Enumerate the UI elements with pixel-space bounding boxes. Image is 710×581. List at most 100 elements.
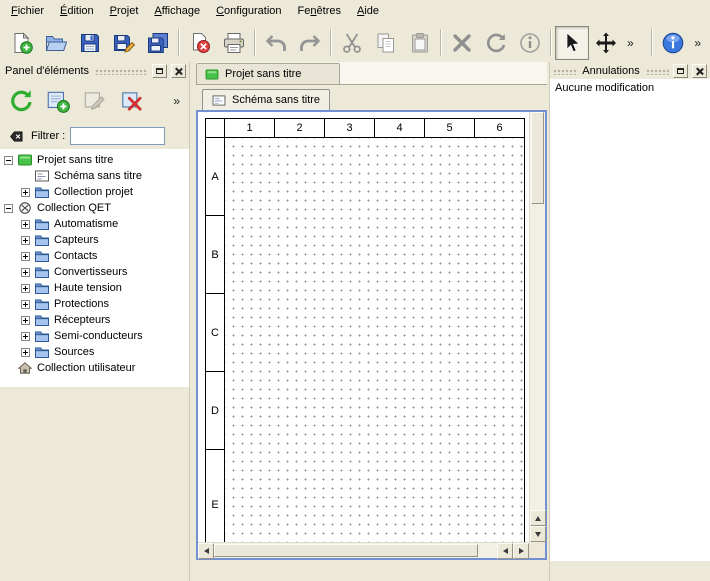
tree-item-sources[interactable]: Sources xyxy=(0,344,189,360)
expand-toggle-icon[interactable] xyxy=(21,284,30,293)
diagram-tabbar: Schéma sans titre xyxy=(196,85,547,110)
save-button[interactable] xyxy=(73,26,107,60)
delete-element-button[interactable] xyxy=(116,85,148,117)
toolbar-separator xyxy=(330,29,332,56)
menu-fenetres[interactable]: Fenêtres xyxy=(290,1,349,22)
reload-collections-button[interactable] xyxy=(5,85,37,117)
copy-icon xyxy=(374,31,398,55)
expand-toggle-icon[interactable] xyxy=(21,316,30,325)
tree-item-automatisme[interactable]: Automatisme xyxy=(0,216,189,232)
toolbar-separator xyxy=(440,29,442,56)
project-tab[interactable]: Projet sans titre xyxy=(196,63,340,84)
diagram-icon xyxy=(212,95,226,106)
menu-projet[interactable]: Projet xyxy=(102,1,147,22)
close-icon xyxy=(696,67,704,75)
expand-toggle-icon[interactable] xyxy=(21,236,30,245)
print-icon xyxy=(222,31,246,55)
help-toolbar-overflow-button[interactable]: » xyxy=(690,36,705,50)
menu-fichier[interactable]: Fichier xyxy=(3,1,52,22)
tree-item-projet-sans-titre[interactable]: Projet sans titre xyxy=(0,152,189,168)
toolbar-separator xyxy=(178,29,180,56)
clear-filter-icon xyxy=(8,129,25,144)
menu-configuration[interactable]: Configuration xyxy=(208,1,289,22)
vertical-scrollbar-thumb[interactable] xyxy=(531,112,544,204)
expand-toggle-icon[interactable] xyxy=(21,332,30,341)
pan-mode-button[interactable] xyxy=(589,26,623,60)
toolbar-separator xyxy=(651,29,653,56)
close-icon xyxy=(175,67,183,75)
undo-history-list: Aucune modification xyxy=(550,79,710,561)
save-as-button[interactable] xyxy=(107,26,141,60)
filter-input[interactable] xyxy=(70,127,165,145)
save-icon xyxy=(78,31,102,55)
scroll-right-button[interactable] xyxy=(513,543,529,559)
panel-overflow-button[interactable]: » xyxy=(169,94,184,108)
ruler-column-label: 2 xyxy=(275,118,325,138)
expand-toggle-icon[interactable] xyxy=(21,220,30,229)
tree-item-recepteurs[interactable]: Récepteurs xyxy=(0,312,189,328)
expand-toggle-icon[interactable] xyxy=(21,300,30,309)
scroll-left-button-2[interactable] xyxy=(497,543,513,559)
open-file-icon xyxy=(44,31,68,55)
scroll-down-button[interactable] xyxy=(530,526,546,542)
clear-filter-button[interactable] xyxy=(6,127,26,145)
tree-item-collection-projet[interactable]: Collection projet xyxy=(0,184,189,200)
expand-toggle-icon[interactable] xyxy=(4,204,13,213)
menu-aide[interactable]: Aide xyxy=(349,1,387,22)
diagram-canvas[interactable]: 1 2 3 4 5 6 A B C D E xyxy=(198,112,529,542)
expand-toggle-icon[interactable] xyxy=(21,268,30,277)
expand-toggle-icon[interactable] xyxy=(4,156,13,165)
redo-icon xyxy=(298,31,322,55)
about-qet-icon xyxy=(661,31,685,55)
close-file-button[interactable] xyxy=(183,26,217,60)
menu-affichage[interactable]: Affichage xyxy=(146,1,208,22)
horizontal-scrollbar-track[interactable] xyxy=(478,543,497,558)
horizontal-scrollbar[interactable] xyxy=(198,542,529,558)
tree-item-capteurs[interactable]: Capteurs xyxy=(0,232,189,248)
dock-close-button[interactable] xyxy=(171,64,186,78)
tree-item-convertisseurs[interactable]: Convertisseurs xyxy=(0,264,189,280)
about-qet-button[interactable] xyxy=(656,26,690,60)
history-item[interactable]: Aucune modification xyxy=(555,82,705,94)
new-file-button[interactable] xyxy=(5,26,39,60)
expand-toggle-icon[interactable] xyxy=(21,348,30,357)
tree-item-schema-sans-titre[interactable]: Schéma sans titre xyxy=(0,168,189,184)
horizontal-scrollbar-thumb[interactable] xyxy=(214,544,478,557)
main-toolbar: » » xyxy=(0,23,710,62)
dock-close-button[interactable] xyxy=(692,64,707,78)
dock-drag-grip[interactable] xyxy=(553,68,576,75)
diagram-grid-paper[interactable] xyxy=(225,138,525,542)
element-info-icon xyxy=(518,31,542,55)
vertical-scrollbar-track[interactable] xyxy=(530,204,545,510)
tree-item-contacts[interactable]: Contacts xyxy=(0,248,189,264)
cut-button xyxy=(335,26,369,60)
diagram-tab[interactable]: Schéma sans titre xyxy=(202,89,330,110)
menu-edition[interactable]: Édition xyxy=(52,1,102,22)
open-file-button[interactable] xyxy=(39,26,73,60)
close-file-icon xyxy=(188,31,212,55)
print-button[interactable] xyxy=(217,26,251,60)
select-mode-button[interactable] xyxy=(555,26,589,60)
tree-item-semi-conducteurs[interactable]: Semi-conducteurs xyxy=(0,328,189,344)
dock-drag-grip[interactable] xyxy=(95,68,148,75)
toolbar-overflow-button[interactable]: » xyxy=(623,36,638,50)
scroll-up-button[interactable] xyxy=(530,510,546,526)
scroll-left-button[interactable] xyxy=(198,543,214,559)
tree-item-haute-tension[interactable]: Haute tension xyxy=(0,280,189,296)
vertical-scrollbar[interactable] xyxy=(529,112,545,542)
save-all-button[interactable] xyxy=(141,26,175,60)
diagram-tab-label: Schéma sans titre xyxy=(232,94,320,106)
workspace: Projet sans titre Schéma sans titre 1 2 … xyxy=(196,62,547,581)
dock-drag-grip[interactable] xyxy=(646,68,669,75)
folder-icon xyxy=(35,346,49,358)
dock-float-button[interactable] xyxy=(152,64,167,78)
expand-toggle-icon[interactable] xyxy=(21,252,30,261)
expand-toggle-icon[interactable] xyxy=(21,188,30,197)
dock-float-button[interactable] xyxy=(673,64,688,78)
folder-icon xyxy=(35,282,49,294)
tree-item-collection-qet[interactable]: Collection QET xyxy=(0,200,189,216)
elements-panel-title: Panel d'éléments xyxy=(3,65,91,77)
tree-item-protections[interactable]: Protections xyxy=(0,296,189,312)
new-element-button[interactable] xyxy=(42,85,74,117)
tree-item-collection-utilisateur[interactable]: Collection utilisateur xyxy=(0,360,189,376)
